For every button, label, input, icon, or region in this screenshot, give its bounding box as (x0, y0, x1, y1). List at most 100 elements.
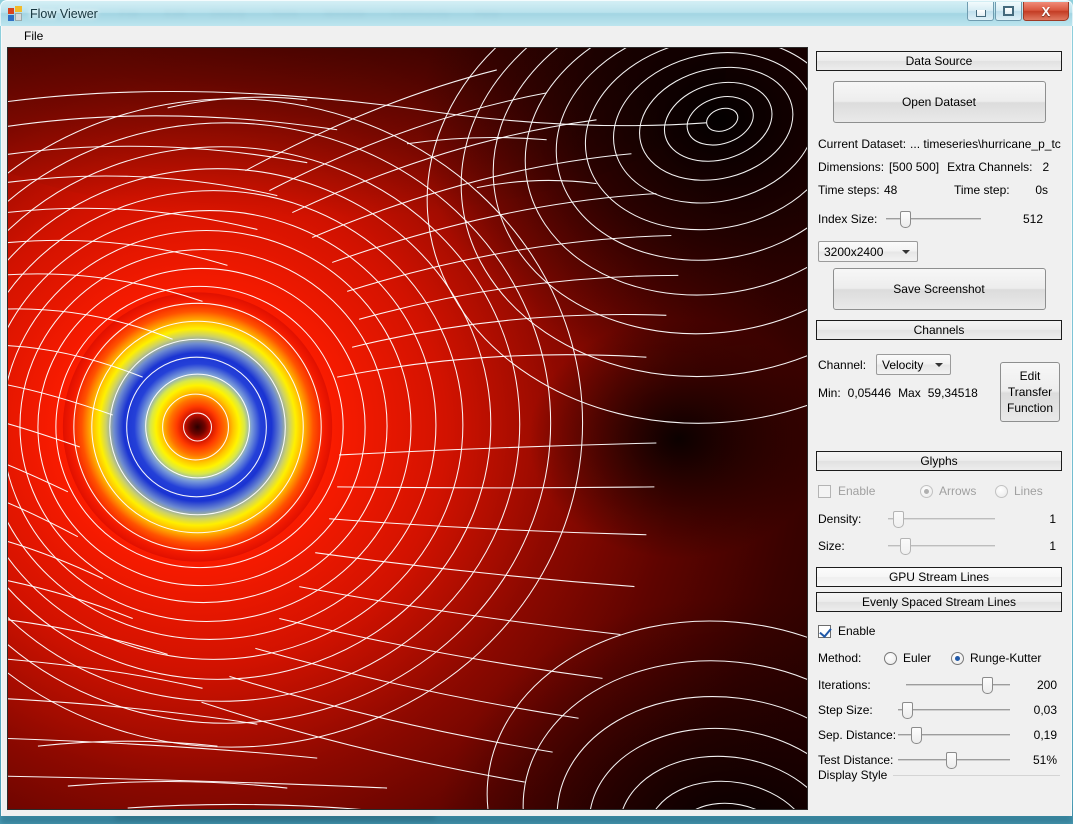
index-size-slider[interactable] (886, 210, 981, 228)
panel-data-source: Open Dataset Current Dataset: ... timese… (810, 81, 1068, 310)
edit-transfer-function-button[interactable]: Edit Transfer Function (1000, 362, 1060, 422)
section-header-gpu-stream-lines[interactable]: GPU Stream Lines (816, 567, 1062, 587)
resolution-select-value: 3200x2400 (819, 245, 883, 259)
esl-iterations-slider-track (906, 684, 1010, 686)
open-dataset-button[interactable]: Open Dataset (833, 81, 1046, 123)
glyphs-density-slider[interactable] (888, 510, 995, 528)
esl-euler-radio[interactable] (884, 652, 897, 665)
display-style-divider (893, 775, 1060, 776)
esl-step-size-value: 0,03 (1010, 703, 1060, 717)
visualization-viewport[interactable] (7, 47, 808, 810)
glyphs-density-slider-track (888, 518, 995, 520)
dimensions-value: [500 500] (889, 160, 939, 174)
esl-method-label: Method: (818, 651, 884, 665)
esl-test-distance-value: 51% (1010, 753, 1060, 767)
control-sidebar: Data Source Open Dataset Current Dataset… (810, 47, 1068, 810)
maximize-button[interactable] (995, 2, 1022, 21)
channel-select[interactable]: Velocity (876, 354, 951, 375)
channel-select-value: Velocity (877, 358, 923, 372)
esl-sep-distance-label: Sep. Distance: (818, 728, 898, 742)
window-titlebar[interactable]: Flow Viewer X (0, 0, 1073, 26)
index-size-label: Index Size: (818, 212, 886, 226)
maximize-icon (1003, 6, 1014, 16)
panel-glyphs: Enable Arrows Lines Density: 1 Size: (810, 484, 1068, 555)
esl-runge-kutter-radio[interactable] (951, 652, 964, 665)
section-header-channels[interactable]: Channels (816, 320, 1062, 340)
panel-channels: Channel: Velocity Min: 0,05446 Max 59,34… (810, 354, 1068, 444)
menu-item-file[interactable]: File (15, 26, 52, 46)
esl-sep-distance-slider[interactable] (898, 726, 1010, 744)
time-steps-value: 48 (884, 183, 954, 197)
chevron-down-icon (902, 250, 910, 254)
section-header-data-source[interactable]: Data Source (816, 51, 1062, 71)
flow-field-streamlines[interactable] (8, 48, 807, 809)
etf-line-2: Transfer (1008, 385, 1052, 399)
max-value: 59,34518 (928, 386, 978, 400)
glyphs-density-slider-thumb[interactable] (893, 511, 904, 528)
glyphs-lines-label: Lines (1014, 484, 1043, 498)
glyphs-size-label: Size: (818, 539, 878, 553)
app-window-icon (8, 6, 24, 22)
max-label: Max (898, 386, 921, 400)
close-button[interactable]: X (1023, 2, 1069, 21)
minimize-icon (976, 10, 986, 17)
glyphs-enable-label: Enable (838, 484, 920, 498)
esl-enable-label: Enable (838, 624, 875, 638)
esl-iterations-label: Iterations: (818, 678, 898, 692)
esl-step-size-slider-track (898, 709, 1010, 711)
glyphs-density-label: Density: (818, 512, 878, 526)
minimize-button[interactable] (967, 2, 994, 21)
section-header-evenly-spaced-stream-lines[interactable]: Evenly Spaced Stream Lines (816, 592, 1062, 612)
display-style-group: Display Style (818, 768, 1060, 782)
glyphs-size-slider-thumb[interactable] (900, 538, 911, 555)
esl-step-size-slider-thumb[interactable] (902, 702, 913, 719)
time-steps-label: Time steps: (818, 183, 884, 197)
esl-test-distance-slider[interactable] (898, 751, 1010, 769)
glyphs-size-slider[interactable] (888, 537, 995, 555)
esl-iterations-value: 200 (1010, 678, 1060, 692)
glyphs-arrows-radio[interactable] (920, 485, 933, 498)
panel-evenly-spaced-stream-lines: Enable Method: Euler Runge-Kutter Iterat… (810, 624, 1068, 784)
esl-test-distance-slider-thumb[interactable] (946, 752, 957, 769)
glyphs-arrows-label: Arrows (939, 484, 995, 498)
esl-step-size-label: Step Size: (818, 703, 898, 717)
etf-line-3: Function (1007, 401, 1053, 415)
time-step-value: 0s (1024, 183, 1048, 197)
save-screenshot-button[interactable]: Save Screenshot (833, 268, 1046, 310)
resolution-select[interactable]: 3200x2400 (818, 241, 918, 262)
current-dataset-value: ... timeseries\hurricane_p_tc (910, 137, 1061, 151)
esl-sep-distance-slider-thumb[interactable] (911, 727, 922, 744)
esl-enable-checkbox[interactable] (818, 625, 831, 638)
min-value: 0,05446 (848, 386, 891, 400)
window-title: Flow Viewer (30, 7, 98, 21)
current-dataset-label: Current Dataset: (818, 137, 906, 151)
dimensions-label: Dimensions: (818, 160, 884, 174)
esl-test-distance-label: Test Distance: (818, 753, 898, 767)
extra-channels-value: 2 (1042, 160, 1049, 174)
esl-iterations-slider[interactable] (898, 676, 1010, 694)
glyphs-lines-radio[interactable] (995, 485, 1008, 498)
channel-label: Channel: (818, 358, 876, 372)
glyphs-enable-checkbox[interactable] (818, 485, 831, 498)
esl-sep-distance-value: 0,19 (1010, 728, 1060, 742)
time-step-label: Time step: (954, 183, 1024, 197)
extra-channels-label: Extra Channels: (947, 160, 1032, 174)
index-size-slider-thumb[interactable] (900, 211, 911, 228)
menubar: File (2, 26, 1072, 46)
glyphs-size-value: 1 (995, 539, 1060, 553)
display-style-label: Display Style (818, 768, 887, 782)
index-size-value: 512 (981, 212, 1043, 226)
etf-line-1: Edit (1020, 369, 1041, 383)
window-client-area: File (1, 26, 1072, 816)
window-controls: X (967, 2, 1069, 21)
flow-field-svg (8, 48, 807, 809)
glyphs-density-value: 1 (995, 512, 1060, 526)
esl-iterations-slider-thumb[interactable] (982, 677, 993, 694)
section-header-glyphs[interactable]: Glyphs (816, 451, 1062, 471)
application-window: Flow Viewer X File (0, 0, 1073, 818)
esl-euler-label: Euler (903, 651, 951, 665)
min-label: Min: (818, 386, 841, 400)
esl-runge-kutter-label: Runge-Kutter (970, 651, 1041, 665)
chevron-down-icon (935, 363, 943, 367)
esl-step-size-slider[interactable] (898, 701, 1010, 719)
